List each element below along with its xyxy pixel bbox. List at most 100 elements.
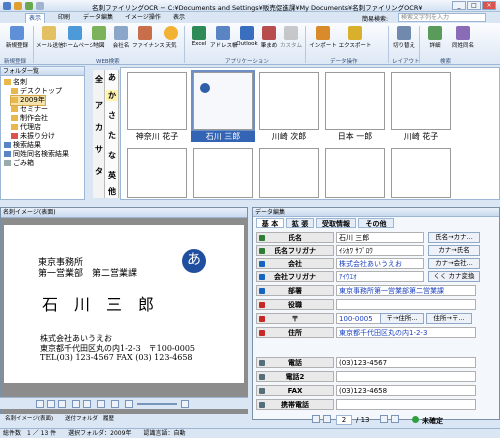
maximize-button[interactable]: □ <box>467 1 481 10</box>
field-value[interactable]: 株式会社あいうえお <box>336 258 424 269</box>
kana-tab[interactable]: タ <box>93 166 105 177</box>
card-thumbnail[interactable] <box>325 148 385 198</box>
minimize-button[interactable]: _ <box>452 1 466 10</box>
new-register-button[interactable]: 新規登録 <box>4 26 30 54</box>
tab-view[interactable]: 表示 <box>25 13 46 23</box>
tab-image-ops[interactable]: イメージ操作 <box>122 13 164 23</box>
folder-item-same-name[interactable]: 同姓同名検索結果 <box>4 150 69 159</box>
rotate-icon[interactable] <box>72 400 80 408</box>
folder-item-unsorted[interactable]: 未振り分け <box>11 132 55 141</box>
zoom-slider[interactable] <box>137 403 177 405</box>
field-value[interactable]: ｲｼｶﾜ ｻﾌﾞﾛｳ <box>336 245 424 256</box>
homepage-button[interactable]: ホームページ <box>62 26 95 54</box>
card-name[interactable]: 神奈川 花子 <box>125 131 189 142</box>
kana-tab[interactable]: サ <box>93 144 105 155</box>
card-thumbnail[interactable] <box>391 72 451 130</box>
card-name-selected[interactable]: 石川 三郎 <box>191 131 255 142</box>
same-name-button[interactable]: 同姓同名 <box>450 26 476 54</box>
detail-search-button[interactable]: 詳細 <box>422 26 448 54</box>
card-thumbnail[interactable] <box>391 148 451 198</box>
zoom-out-icon[interactable] <box>125 400 133 408</box>
kana-tab[interactable]: か <box>106 90 118 101</box>
address-book-button[interactable]: アドレス帳 <box>210 26 238 54</box>
tab-send-folder[interactable]: 送付フォルダ <box>62 414 101 424</box>
kana-tab[interactable]: さ <box>106 110 118 121</box>
tab-card-image[interactable]: 名刺イメージ(表面) <box>2 414 56 424</box>
field-value[interactable]: 東京都千代田区丸の内1-2-3 <box>336 327 476 338</box>
field-value[interactable]: 100-0005 <box>336 313 384 324</box>
next-record-icon[interactable] <box>380 415 388 423</box>
folder-item-cards[interactable]: 名刺 <box>4 78 27 87</box>
tab-display[interactable]: 表示 <box>170 13 188 23</box>
tab-history[interactable]: 履歴 <box>100 414 117 424</box>
company-button[interactable]: 会社名 <box>108 26 134 54</box>
finance-button[interactable]: ファイナンス <box>132 26 165 54</box>
kana-tab[interactable]: な <box>106 150 118 161</box>
tab-print[interactable]: 印刷 <box>55 13 73 23</box>
export-button[interactable]: エクスポート <box>338 26 372 54</box>
folder-item-agency[interactable]: 代理店 <box>11 123 41 132</box>
folder-item-desktop[interactable]: デスクトップ <box>11 87 62 96</box>
card-thumbnail[interactable] <box>259 148 319 198</box>
weather-button[interactable]: 天気 <box>158 26 184 54</box>
flip-icon[interactable] <box>97 400 105 408</box>
kana-tab[interactable]: あ <box>106 72 118 83</box>
zoom-in-icon[interactable] <box>181 400 189 408</box>
rotate-icon[interactable] <box>83 400 91 408</box>
folder-item-search-results[interactable]: 検索結果 <box>4 141 41 150</box>
field-value[interactable] <box>336 371 476 382</box>
kana-tab[interactable]: ア <box>93 100 105 111</box>
save-icon[interactable] <box>14 2 22 10</box>
record-number-input[interactable]: 2 <box>336 415 352 425</box>
import-button[interactable]: インポート <box>308 26 338 54</box>
card-name[interactable]: 日本 一郎 <box>323 131 387 142</box>
undo-icon[interactable] <box>25 2 33 10</box>
kana-tab[interactable]: た <box>106 130 118 141</box>
name-to-kana-button[interactable]: 氏名→カナ... <box>428 232 480 243</box>
card-thumbnail[interactable] <box>127 148 187 198</box>
prev-record-icon[interactable] <box>323 415 331 423</box>
view-mode-icon[interactable] <box>58 400 66 408</box>
kana-tab[interactable]: 英 <box>106 170 118 181</box>
kana-to-company-button[interactable]: カナ→会社... <box>428 258 480 269</box>
card-thumbnail[interactable] <box>193 148 253 198</box>
address-to-zip-button[interactable]: 住所→〒... <box>426 313 472 324</box>
custom-button[interactable]: カスタム <box>278 26 304 54</box>
kana-tab[interactable]: 他 <box>106 186 118 197</box>
card-thumbnail[interactable] <box>127 72 187 130</box>
zip-to-address-button[interactable]: 〒→住所... <box>380 313 424 324</box>
field-value[interactable]: 東京事務所第一営業部第二営業課 <box>336 285 476 296</box>
tab-received[interactable]: 受取情報 <box>316 218 356 228</box>
folder-item-trash[interactable]: ごみ箱 <box>4 159 34 168</box>
send-mail-button[interactable]: メール送信 <box>36 26 64 54</box>
switch-layout-button[interactable]: 切り替え <box>391 26 417 54</box>
search-input[interactable]: 検索文字列を入力 <box>398 13 486 22</box>
fit-icon[interactable] <box>111 400 119 408</box>
field-value[interactable]: (03)123-4658 <box>336 385 476 396</box>
kana-tab[interactable]: 全 <box>93 74 105 85</box>
folder-item-production[interactable]: 制作会社 <box>11 114 48 123</box>
card-thumbnail[interactable] <box>191 70 255 132</box>
card-thumbnail[interactable] <box>325 72 385 130</box>
card-thumbnail[interactable] <box>259 72 319 130</box>
field-value[interactable] <box>336 399 476 410</box>
folder-item-seminar[interactable]: セミナー <box>11 105 48 114</box>
view-mode-icon[interactable] <box>36 400 44 408</box>
view-mode-icon[interactable] <box>47 400 55 408</box>
card-name[interactable]: 川崎 次郎 <box>257 131 321 142</box>
redo-icon[interactable] <box>36 2 44 10</box>
field-value[interactable]: 石川 三郎 <box>336 232 424 243</box>
kana-to-name-button[interactable]: カナ→氏名 <box>428 245 480 256</box>
kana-tab[interactable]: カ <box>93 122 105 133</box>
tab-other[interactable]: その他 <box>358 218 394 228</box>
field-value[interactable]: (03)123-4567 <box>336 357 476 368</box>
kana-convert-button[interactable]: くく カナ変換 <box>428 271 480 282</box>
field-value[interactable] <box>336 299 476 310</box>
field-value[interactable]: ｱｲｳｴｵ <box>336 271 424 282</box>
tab-extended[interactable]: 拡 張 <box>286 218 314 228</box>
folder-item-2009[interactable]: 2009年 <box>10 95 46 106</box>
card-name[interactable]: 川崎 花子 <box>389 131 453 142</box>
last-record-icon[interactable] <box>391 415 399 423</box>
close-button[interactable]: × <box>482 1 496 10</box>
first-record-icon[interactable] <box>312 415 320 423</box>
